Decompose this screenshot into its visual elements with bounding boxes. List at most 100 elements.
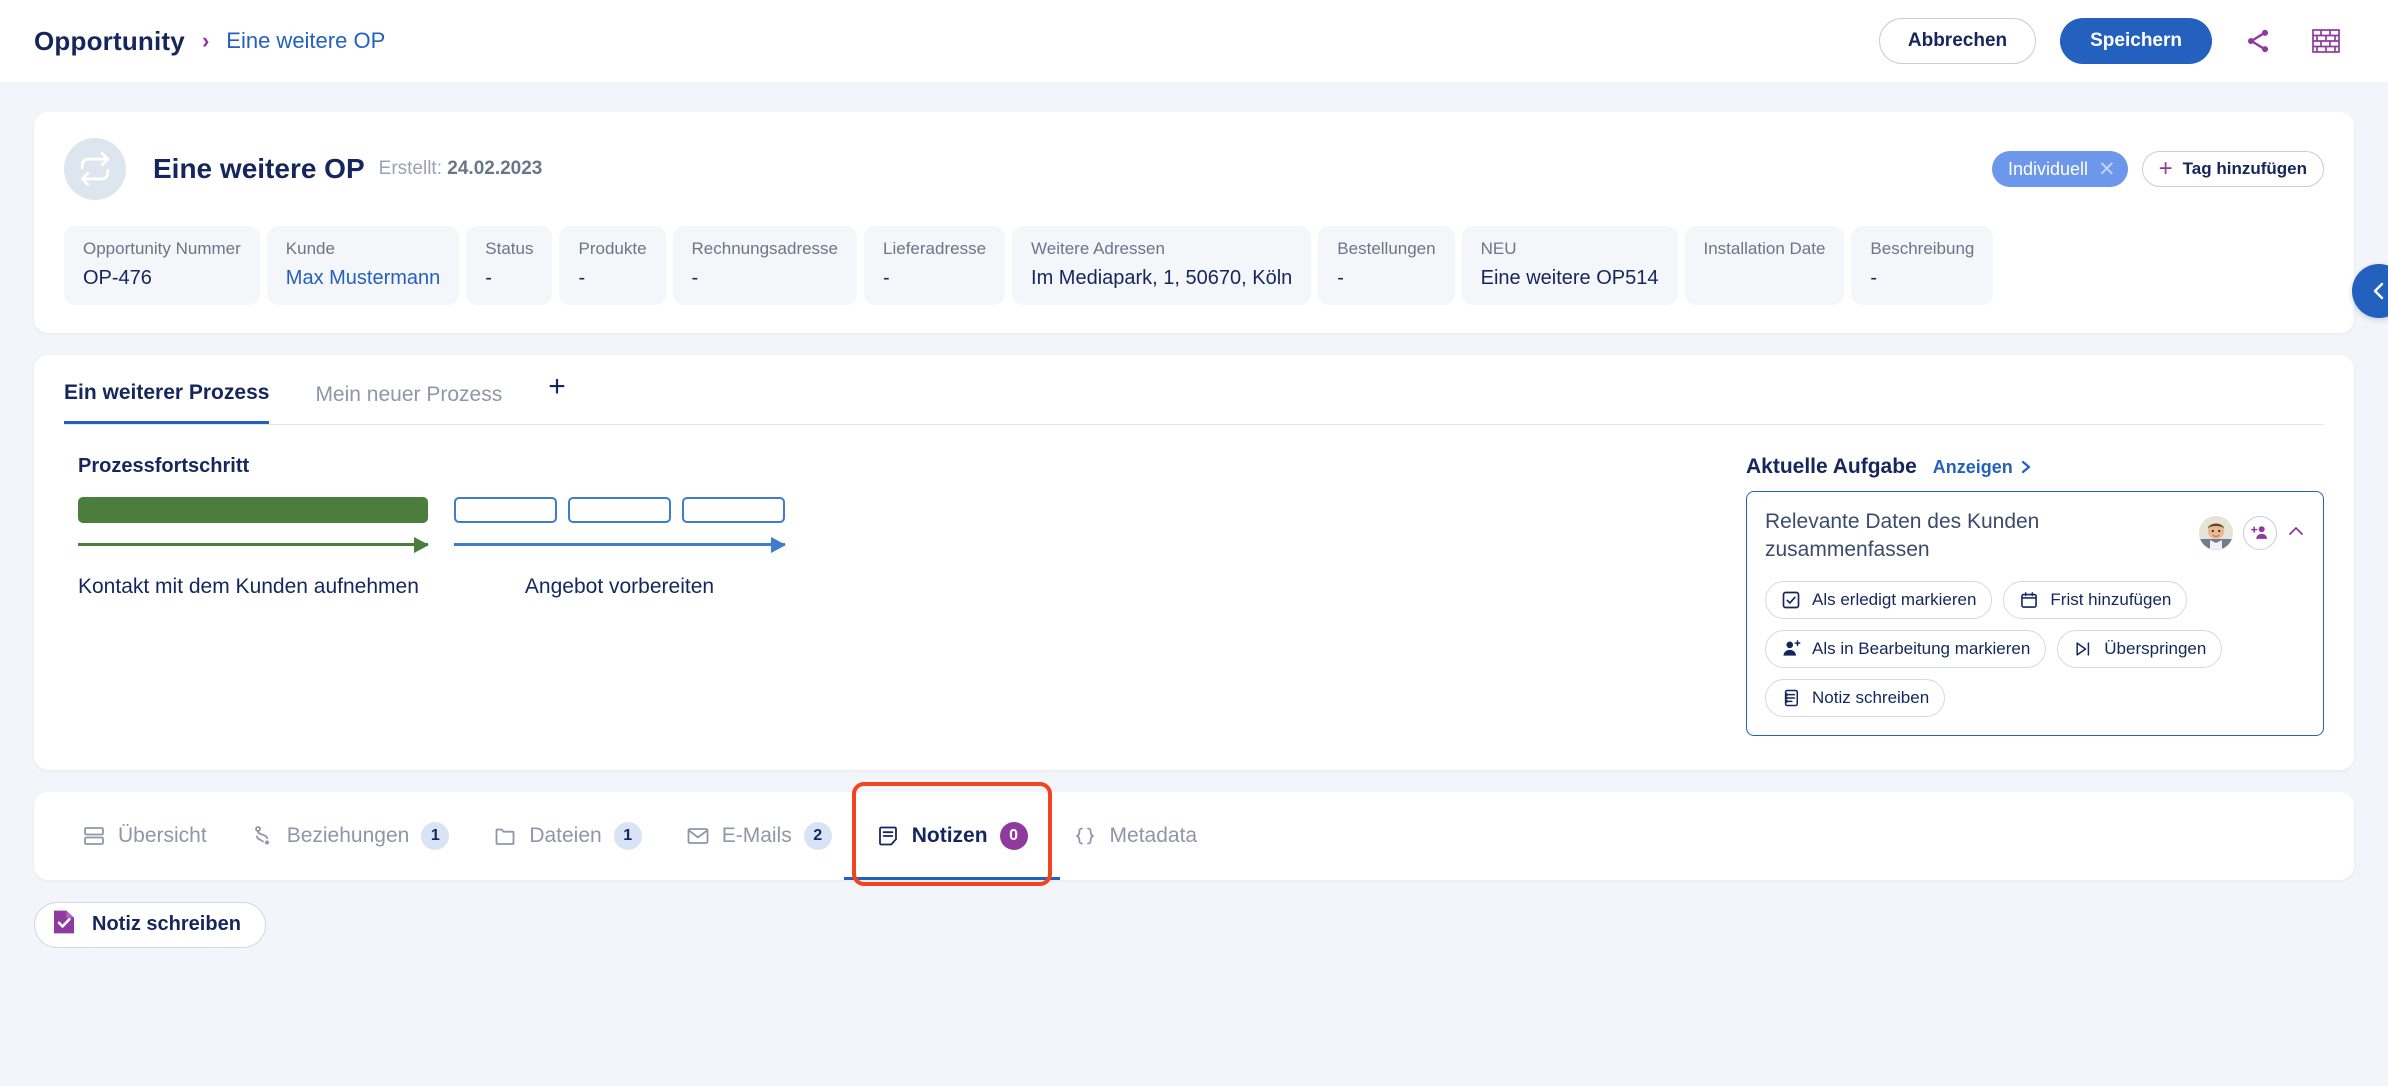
- field-bestellungen[interactable]: Bestellungen -: [1318, 226, 1455, 305]
- opportunity-header-card: Eine weitere OP Erstellt: 24.02.2023 Ind…: [34, 112, 2354, 333]
- field-status[interactable]: Status -: [466, 226, 553, 305]
- brick-grid-icon[interactable]: [2304, 19, 2348, 63]
- chevron-right-icon: [2021, 460, 2030, 474]
- progress-segment-todo[interactable]: [568, 497, 671, 523]
- save-button[interactable]: Speichern: [2060, 18, 2212, 64]
- add-process-icon[interactable]: +: [548, 370, 566, 410]
- add-person-icon[interactable]: [2243, 516, 2277, 550]
- tab-label: Metadata: [1109, 823, 1198, 847]
- task-card: Relevante Daten des Kunden zusammenfasse…: [1746, 491, 2324, 736]
- mark-in-progress-button[interactable]: Als in Bearbeitung markieren: [1765, 629, 2047, 668]
- detail-tab-bar: Übersicht Beziehungen 1 Dateien 1 E-Mail…: [34, 781, 2354, 886]
- tab-label: Notizen: [911, 823, 988, 847]
- share-icon[interactable]: [2236, 19, 2280, 63]
- field-label: Opportunity Nummer: [83, 239, 241, 258]
- process-card: Ein weiterer Prozess Mein neuer Prozess …: [34, 355, 2354, 770]
- arrow-line: [454, 543, 785, 546]
- field-kunde[interactable]: Kunde Max Mustermann: [266, 226, 460, 305]
- field-value: Eine weitere OP514: [1480, 267, 1659, 289]
- field-opportunity-nummer[interactable]: Opportunity Nummer OP-476: [64, 226, 260, 305]
- progress-segment-done[interactable]: [78, 497, 428, 523]
- field-weitere-adressen[interactable]: Weitere Adressen Im Mediapark, 1, 50670,…: [1012, 226, 1312, 305]
- field-value[interactable]: Max Mustermann: [286, 267, 441, 290]
- arrow-head-icon: [414, 537, 429, 553]
- field-neu[interactable]: NEU Eine weitere OP514: [1461, 226, 1678, 305]
- breadcrumb: Opportunity › Eine weitere OP: [34, 26, 385, 57]
- add-deadline-button[interactable]: Frist hinzufügen: [2003, 580, 2188, 619]
- tab-notizen[interactable]: Notizen 0: [843, 792, 1060, 880]
- field-label: Lieferadresse: [883, 239, 987, 258]
- field-label: Rechnungsadresse: [691, 239, 839, 258]
- created-date: Erstellt: 24.02.2023: [379, 158, 543, 180]
- skip-label: Überspringen: [2104, 638, 2207, 658]
- field-label: Kunde: [285, 239, 335, 258]
- checkbox-icon: [1782, 591, 1800, 609]
- field-pill-row: Opportunity Nummer OP-476 Kunde Max Must…: [64, 226, 2324, 305]
- task-assignees: [2199, 508, 2305, 550]
- tab-badge: 0: [999, 821, 1028, 850]
- note-icon: [1784, 689, 1798, 706]
- field-installation-date[interactable]: Installation Date: [1684, 226, 1845, 305]
- progress-segment-todo[interactable]: [682, 497, 785, 523]
- field-label: Beschreibung: [1870, 239, 1975, 258]
- write-note-button[interactable]: Notiz schreiben: [34, 901, 266, 948]
- tag-individuell[interactable]: Individuell ✕: [1991, 151, 2128, 187]
- field-label: Installation Date: [1703, 239, 1826, 258]
- progress-segment-todo[interactable]: [454, 497, 557, 523]
- mark-done-button[interactable]: Als erledigt markieren: [1765, 580, 1993, 619]
- field-beschreibung[interactable]: Beschreibung -: [1851, 226, 1994, 305]
- tab-badge: 1: [421, 821, 450, 850]
- avatar[interactable]: [2199, 516, 2233, 550]
- field-produkte[interactable]: Produkte -: [559, 226, 666, 305]
- plus-icon: +: [2158, 155, 2173, 182]
- sidebar-collapse-button[interactable]: [2352, 264, 2388, 318]
- field-lieferadresse[interactable]: Lieferadresse -: [864, 226, 1006, 305]
- breadcrumb-current[interactable]: Eine weitere OP: [226, 28, 385, 54]
- page-body: Eine weitere OP Erstellt: 24.02.2023 Ind…: [0, 112, 2388, 948]
- tab-dateien[interactable]: Dateien 1: [493, 792, 642, 880]
- mark-done-label: Als erledigt markieren: [1812, 589, 1977, 609]
- close-icon[interactable]: ✕: [2098, 159, 2116, 180]
- add-tag-button[interactable]: + Tag hinzufügen: [2141, 151, 2324, 187]
- arrow-head-icon: [771, 537, 786, 553]
- field-label: Bestellungen: [1337, 239, 1436, 258]
- arrow-line: [78, 543, 428, 546]
- tab-label: Dateien: [529, 823, 602, 847]
- task-panel-title: Aktuelle Aufgabe: [1746, 455, 1917, 478]
- tab-beziehungen[interactable]: Beziehungen 1: [251, 792, 450, 880]
- chevron-up-icon[interactable]: [2287, 524, 2305, 543]
- process-tab-bar: Ein weiterer Prozess Mein neuer Prozess …: [64, 355, 2324, 425]
- skip-button[interactable]: Überspringen: [2057, 629, 2223, 668]
- field-value: -: [883, 267, 890, 289]
- field-label: NEU: [1480, 239, 1517, 258]
- process-tab-mein-neuer-prozess[interactable]: Mein neuer Prozess: [315, 357, 502, 423]
- field-value: -: [1870, 267, 1878, 289]
- tab-uebersicht[interactable]: Übersicht: [82, 792, 207, 880]
- write-note-task-button[interactable]: Notiz schreiben: [1765, 678, 1946, 717]
- person-add-icon: [1783, 639, 1801, 656]
- field-rechnungsadresse[interactable]: Rechnungsadresse -: [672, 226, 858, 305]
- field-value: -: [485, 267, 492, 289]
- chevron-right-icon: ›: [201, 28, 210, 53]
- cancel-button[interactable]: Abbrechen: [1878, 18, 2037, 64]
- tab-emails[interactable]: E-Mails 2: [686, 792, 832, 880]
- stage-segments: [78, 497, 428, 523]
- top-bar: Opportunity › Eine weitere OP Abbrechen …: [0, 0, 2388, 82]
- envelope-icon: [687, 827, 709, 844]
- show-task-link[interactable]: Anzeigen: [1933, 457, 2032, 478]
- note-doc-icon: [878, 826, 897, 846]
- relations-icon: [254, 825, 269, 845]
- process-tab-ein-weiterer-prozess[interactable]: Ein weiterer Prozess: [64, 355, 270, 424]
- repeat-sync-icon: [64, 138, 126, 200]
- progress-stages: Kontakt mit dem Kunden aufnehmen Angebot…: [78, 497, 1706, 599]
- tab-metadata[interactable]: Metadata: [1072, 792, 1198, 880]
- note-check-glyph: [54, 910, 74, 934]
- stage-arrow: [78, 537, 429, 557]
- field-value: -: [578, 267, 586, 289]
- field-label: Produkte: [578, 239, 647, 258]
- field-label: Weitere Adressen: [1031, 239, 1165, 258]
- layout-icon: [84, 826, 104, 845]
- skip-icon: [2076, 642, 2090, 656]
- breadcrumb-root[interactable]: Opportunity: [34, 26, 185, 57]
- calendar-icon: [2021, 591, 2038, 608]
